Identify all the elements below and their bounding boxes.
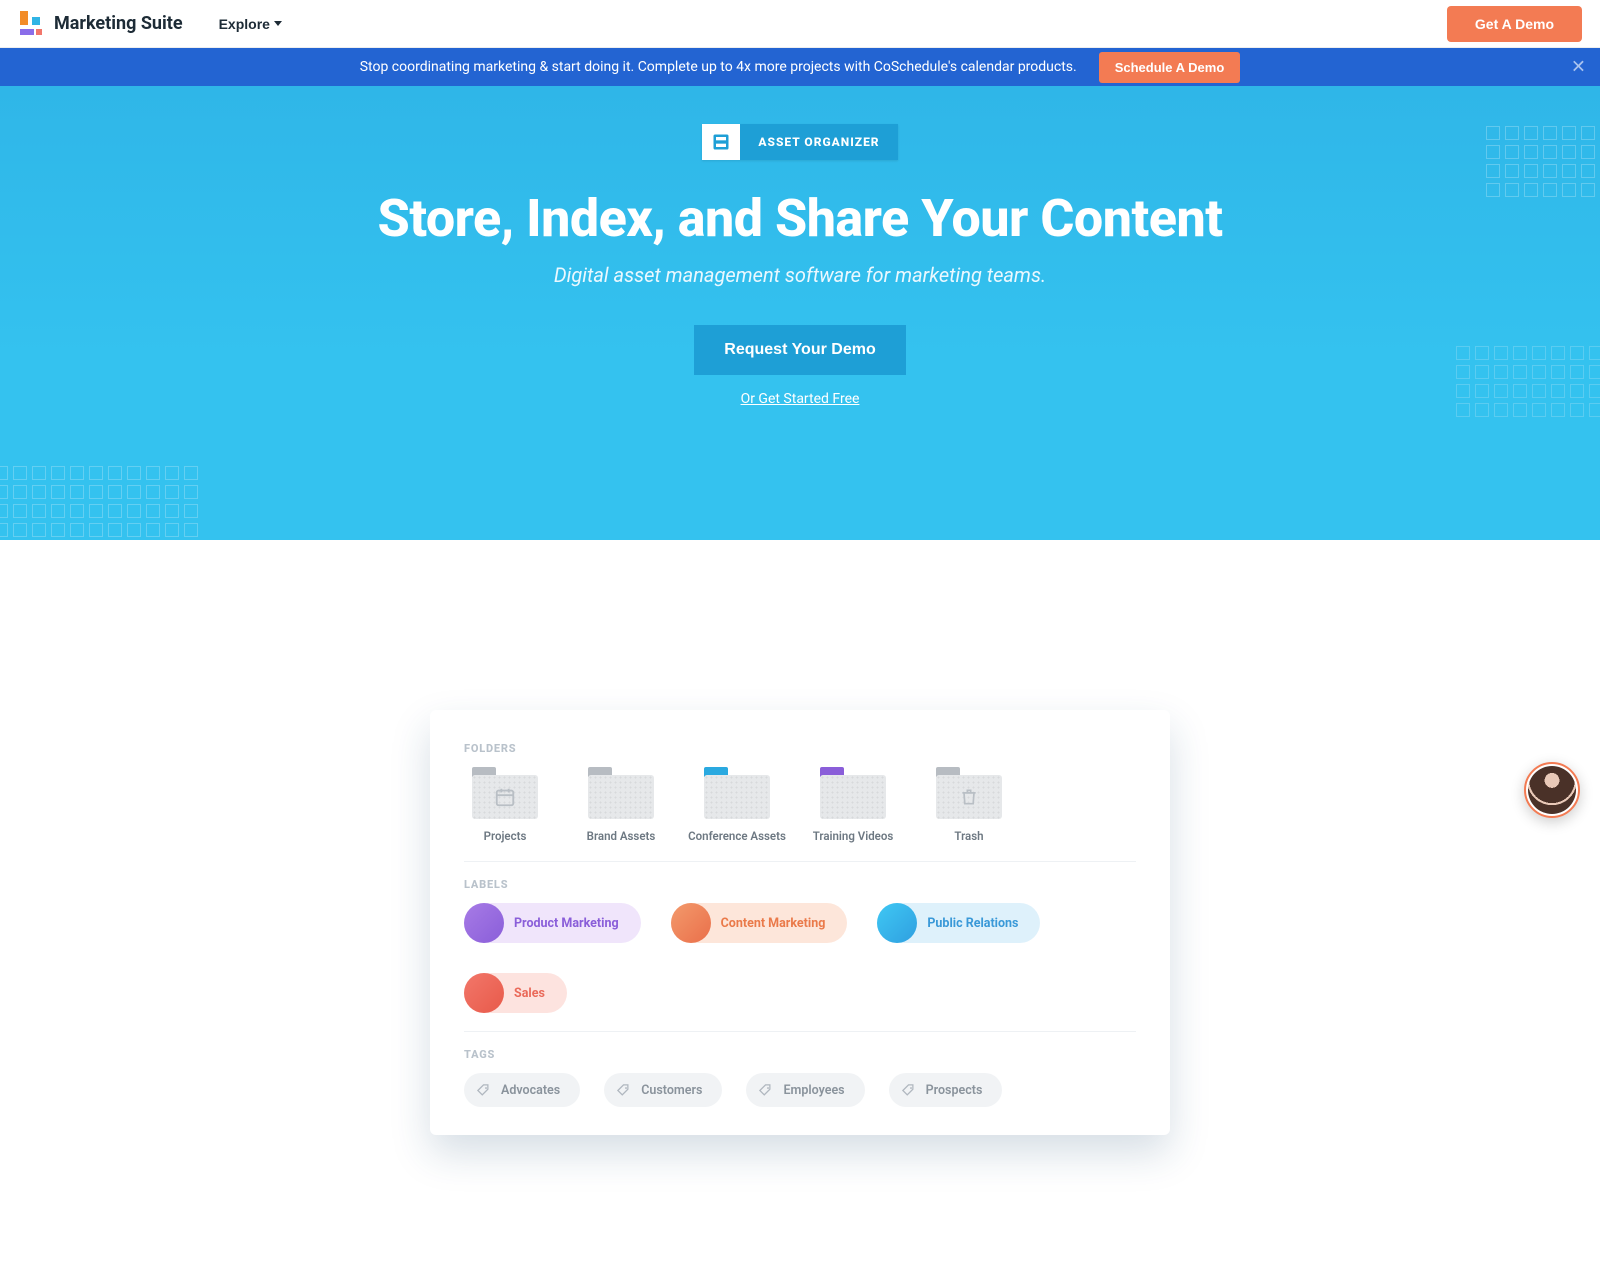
hero-section: ASSET ORGANIZER Store, Index, and Share … <box>0 86 1600 540</box>
tag-chip[interactable]: Prospects <box>889 1073 1003 1107</box>
folder-item[interactable]: Projects <box>464 767 546 843</box>
label-color-dot <box>464 973 504 1013</box>
tag-text: Advocates <box>501 1083 560 1098</box>
folder-item[interactable]: Conference Assets <box>696 767 778 843</box>
tag-icon <box>901 1083 916 1098</box>
product-badge-label: ASSET ORGANIZER <box>740 124 897 160</box>
label-pill[interactable]: Sales <box>464 973 567 1013</box>
top-nav: Marketing Suite Explore Get A Demo <box>0 0 1600 48</box>
hero-title: Store, Index, and Share Your Content <box>0 188 1600 249</box>
label-text: Sales <box>514 986 545 1001</box>
label-text: Public Relations <box>927 916 1018 931</box>
label-pill[interactable]: Public Relations <box>877 903 1040 943</box>
announcement-bar: Stop coordinating marketing & start doin… <box>0 48 1600 86</box>
tag-icon <box>476 1083 491 1098</box>
label-color-dot <box>877 903 917 943</box>
tag-chip[interactable]: Employees <box>746 1073 864 1107</box>
close-icon[interactable]: ✕ <box>1571 57 1586 78</box>
label-color-dot <box>464 903 504 943</box>
labels-heading: LABELS <box>464 878 1136 891</box>
announcement-text: Stop coordinating marketing & start doin… <box>360 59 1077 75</box>
chat-widget[interactable] <box>1524 762 1580 818</box>
label-pill[interactable]: Content Marketing <box>671 903 848 943</box>
label-pill[interactable]: Product Marketing <box>464 903 641 943</box>
chevron-down-icon <box>274 21 282 26</box>
request-demo-button[interactable]: Request Your Demo <box>694 325 905 375</box>
folder-icon <box>820 767 886 819</box>
tag-chip[interactable]: Customers <box>604 1073 722 1107</box>
folders-heading: FOLDERS <box>464 742 1136 755</box>
brand-logo[interactable]: Marketing Suite <box>18 11 183 37</box>
tag-text: Customers <box>641 1083 702 1098</box>
label-text: Product Marketing <box>514 916 619 931</box>
divider <box>464 861 1136 862</box>
explore-dropdown[interactable]: Explore <box>219 16 282 32</box>
decorative-grid <box>0 466 198 537</box>
asset-organizer-card: FOLDERS Projects Brand Assets Conference A… <box>430 710 1170 1135</box>
tags-heading: TAGS <box>464 1048 1136 1061</box>
folder-label: Trash <box>954 829 983 843</box>
folder-icon <box>472 767 538 819</box>
decorative-grid <box>1456 346 1600 417</box>
folder-icon <box>588 767 654 819</box>
decorative-grid <box>1486 126 1600 197</box>
folder-label: Projects <box>484 829 527 843</box>
explore-label: Explore <box>219 16 270 32</box>
label-color-dot <box>671 903 711 943</box>
tag-icon <box>758 1083 773 1098</box>
tag-text: Employees <box>783 1083 844 1098</box>
divider <box>464 1031 1136 1032</box>
product-badge: ASSET ORGANIZER <box>702 124 897 160</box>
hero-subtitle: Digital asset management software for ma… <box>0 263 1600 287</box>
brand-logo-icon <box>18 11 44 37</box>
brand-name: Marketing Suite <box>54 13 183 34</box>
get-started-free-link[interactable]: Or Get Started Free <box>0 391 1600 407</box>
folder-item[interactable]: Trash <box>928 767 1010 843</box>
folder-item[interactable]: Training Videos <box>812 767 894 843</box>
folder-icon <box>704 767 770 819</box>
tag-text: Prospects <box>926 1083 983 1098</box>
folder-label: Training Videos <box>813 829 894 843</box>
avatar-icon <box>1528 766 1576 814</box>
folder-label: Conference Assets <box>688 829 786 843</box>
tag-chip[interactable]: Advocates <box>464 1073 580 1107</box>
folder-item[interactable]: Brand Assets <box>580 767 662 843</box>
asset-organizer-icon <box>702 124 740 160</box>
tag-icon <box>616 1083 631 1098</box>
folder-label: Brand Assets <box>587 829 656 843</box>
schedule-demo-button[interactable]: Schedule A Demo <box>1099 52 1241 83</box>
get-demo-button[interactable]: Get A Demo <box>1447 6 1582 42</box>
label-text: Content Marketing <box>721 916 826 931</box>
folder-icon <box>936 767 1002 819</box>
